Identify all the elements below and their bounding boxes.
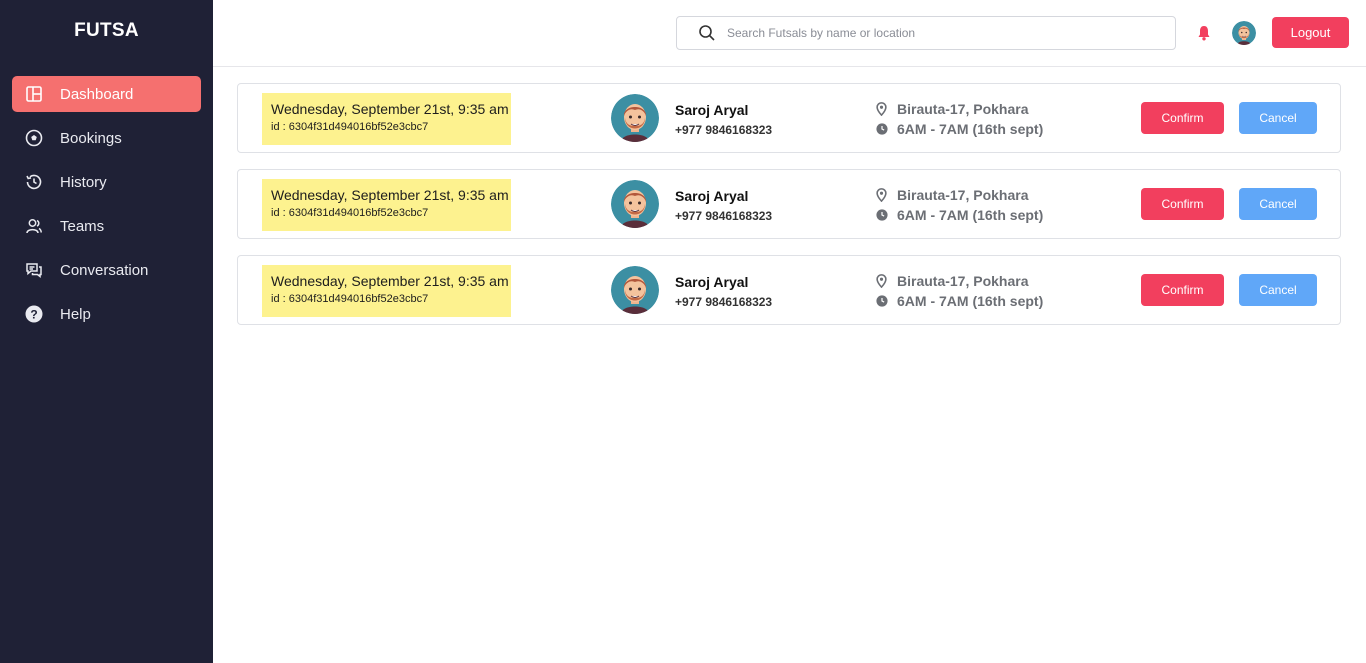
booking-time: 6AM - 7AM (16th sept) [875, 119, 1043, 139]
customer-name: Saroj Aryal [675, 274, 749, 290]
booking-time: 6AM - 7AM (16th sept) [875, 291, 1043, 311]
notification-bell-icon[interactable] [1196, 24, 1212, 42]
location-text: Birauta-17, Pokhara [897, 101, 1029, 117]
customer-name: Saroj Aryal [675, 188, 749, 204]
clock-icon [875, 208, 888, 222]
booking-meta: Birauta-17, Pokhara 6AM - 7AM (16th sept… [875, 271, 1043, 311]
history-icon [24, 172, 44, 192]
customer-info: Saroj Aryal +977 9846168323 [675, 102, 772, 137]
time-text: 6AM - 7AM (16th sept) [897, 293, 1044, 309]
sidebar-item-label: History [60, 173, 107, 191]
sidebar-item-dashboard[interactable]: Dashboard [12, 76, 201, 112]
booking-meta: Birauta-17, Pokhara 6AM - 7AM (16th sept… [875, 185, 1043, 225]
sidebar-item-teams[interactable]: Teams [12, 208, 201, 244]
search-input[interactable] [727, 26, 1147, 40]
sidebar-item-label: Bookings [60, 129, 122, 147]
customer-info: Saroj Aryal +977 9846168323 [675, 274, 772, 309]
booking-location: Birauta-17, Pokhara [875, 185, 1043, 205]
search-icon [697, 23, 717, 43]
sidebar-item-label: Teams [60, 217, 105, 235]
customer-name: Saroj Aryal [675, 102, 749, 118]
location-text: Birauta-17, Pokhara [897, 273, 1029, 289]
dashboard-icon [24, 84, 44, 104]
booking-id: id : 6304f31d494016bf52e3cbc7 [271, 121, 429, 133]
booking-id: id : 6304f31d494016bf52e3cbc7 [271, 293, 429, 305]
location-pin-icon [875, 274, 888, 288]
sidebar-item-label: Help [60, 305, 91, 323]
teams-icon [24, 216, 44, 236]
sidebar-item-label: Dashboard [60, 85, 134, 103]
football-icon [24, 128, 44, 148]
customer-avatar [611, 180, 659, 228]
user-avatar[interactable] [1232, 21, 1256, 45]
booking-location: Birauta-17, Pokhara [875, 99, 1043, 119]
svg-text:?: ? [30, 307, 37, 321]
booking-date: Wednesday, September 21st, 9:35 am [271, 187, 509, 203]
customer-phone: +977 9846168323 [675, 295, 773, 309]
location-text: Birauta-17, Pokhara [897, 187, 1029, 203]
time-text: 6AM - 7AM (16th sept) [897, 121, 1044, 137]
bookings-list: Wednesday, September 21st, 9:35 am id : … [237, 83, 1341, 341]
customer-avatar [611, 94, 659, 142]
booking-date: Wednesday, September 21st, 9:35 am [271, 273, 509, 289]
customer-phone: +977 9846168323 [675, 209, 773, 223]
clock-icon [875, 122, 888, 136]
logout-button[interactable]: Logout [1272, 17, 1349, 48]
booking-card: Wednesday, September 21st, 9:35 am id : … [237, 255, 1341, 325]
time-text: 6AM - 7AM (16th sept) [897, 207, 1044, 223]
sidebar-item-history[interactable]: History [12, 164, 201, 200]
sidebar-item-label: Conversation [60, 261, 149, 279]
top-bar: Logout [213, 0, 1366, 67]
customer-info: Saroj Aryal +977 9846168323 [675, 188, 772, 223]
booking-card: Wednesday, September 21st, 9:35 am id : … [237, 83, 1341, 153]
location-pin-icon [875, 102, 888, 116]
confirm-button[interactable]: Confirm [1141, 274, 1224, 306]
booking-time: 6AM - 7AM (16th sept) [875, 205, 1043, 225]
clock-icon [875, 294, 888, 308]
confirm-button[interactable]: Confirm [1141, 102, 1224, 134]
booking-date-box: Wednesday, September 21st, 9:35 am id : … [262, 179, 511, 231]
sidebar-item-bookings[interactable]: Bookings [12, 120, 201, 156]
brand-logo: FUTSA [74, 20, 139, 41]
sidebar-nav: Dashboard Bookings History Teams Convers… [12, 76, 201, 340]
search-box[interactable] [676, 16, 1176, 50]
booking-meta: Birauta-17, Pokhara 6AM - 7AM (16th sept… [875, 99, 1043, 139]
booking-date: Wednesday, September 21st, 9:35 am [271, 101, 509, 117]
sidebar: FUTSA Dashboard Bookings History Teams C… [0, 0, 213, 663]
booking-date-box: Wednesday, September 21st, 9:35 am id : … [262, 265, 511, 317]
booking-card: Wednesday, September 21st, 9:35 am id : … [237, 169, 1341, 239]
help-icon: ? [24, 304, 44, 324]
booking-location: Birauta-17, Pokhara [875, 271, 1043, 291]
cancel-button[interactable]: Cancel [1239, 274, 1317, 306]
booking-id: id : 6304f31d494016bf52e3cbc7 [271, 207, 429, 219]
cancel-button[interactable]: Cancel [1239, 188, 1317, 220]
location-pin-icon [875, 188, 888, 202]
chat-icon [24, 260, 44, 280]
booking-date-box: Wednesday, September 21st, 9:35 am id : … [262, 93, 511, 145]
customer-phone: +977 9846168323 [675, 123, 773, 137]
sidebar-item-conversation[interactable]: Conversation [12, 252, 201, 288]
sidebar-item-help[interactable]: ? Help [12, 296, 201, 332]
confirm-button[interactable]: Confirm [1141, 188, 1224, 220]
customer-avatar [611, 266, 659, 314]
cancel-button[interactable]: Cancel [1239, 102, 1317, 134]
